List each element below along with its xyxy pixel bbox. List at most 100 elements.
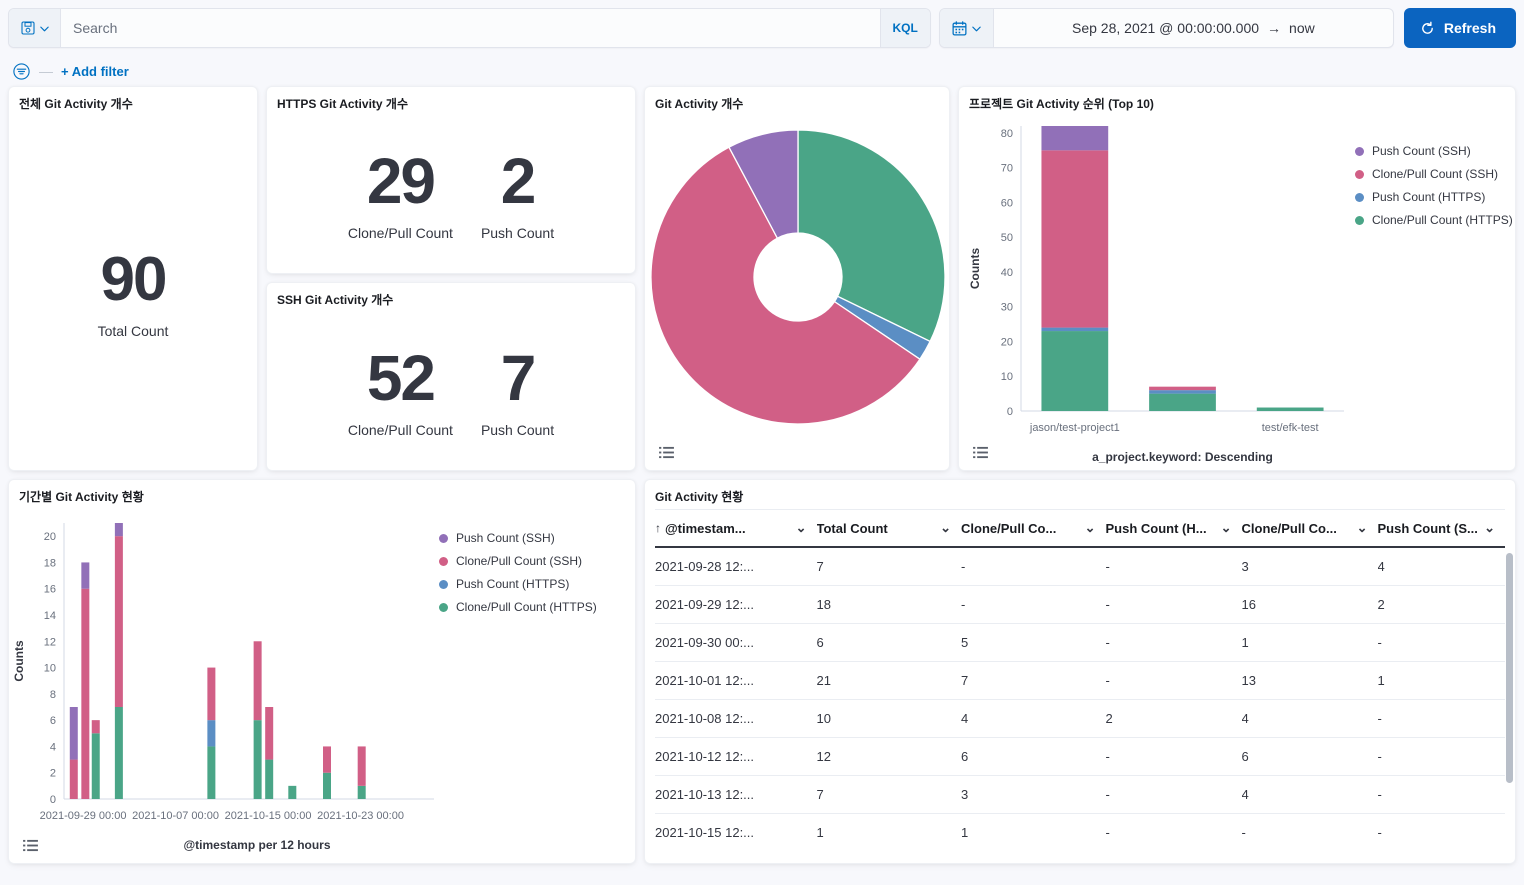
bar-segment[interactable] (265, 707, 273, 760)
bar-segment[interactable] (81, 562, 89, 588)
bar-segment[interactable] (254, 641, 262, 720)
chevron-down-icon[interactable]: ⌄ (1221, 520, 1232, 536)
bar-segment[interactable] (207, 746, 215, 799)
legend-item[interactable]: Push Count (HTTPS) (439, 577, 597, 591)
table-header-4[interactable]: Clone/Pull Co...⌄ (1242, 510, 1378, 548)
chevron-down-icon[interactable]: ⌄ (1357, 520, 1368, 536)
bar-segment[interactable] (115, 536, 123, 707)
y-axis-tick: 10 (44, 663, 56, 675)
timeseries-bar-chart[interactable]: 02468101214161820Counts2021-09-29 00:002… (9, 509, 439, 864)
table-cell: - (961, 547, 1106, 586)
add-filter-button[interactable]: + Add filter (61, 64, 129, 79)
pie-slice-clone-pull-count-https[interactable] (798, 130, 945, 341)
pie-legend-toggle-button[interactable] (655, 442, 677, 462)
table-cell: 4 (1242, 776, 1378, 814)
table-cell: 2 (1378, 586, 1506, 624)
refresh-button[interactable]: Refresh (1404, 8, 1516, 48)
x-axis-tick: jason/test-project1 (1029, 422, 1120, 434)
bar-segment[interactable] (92, 720, 100, 733)
panel-title: Git Activity 개수 (645, 87, 949, 116)
table-cell: 5 (961, 624, 1106, 662)
bar-segment[interactable] (1257, 408, 1324, 411)
legend-item[interactable]: Push Count (SSH) (1355, 144, 1513, 158)
metric-total-count: 90 Total Count (98, 249, 169, 339)
chevron-down-icon[interactable]: ⌄ (1484, 520, 1495, 536)
table-scrollbar[interactable] (1506, 553, 1513, 783)
chevron-down-icon[interactable]: ⌄ (940, 520, 951, 536)
legend-item[interactable]: Clone/Pull Count (HTTPS) (1355, 213, 1513, 227)
bar-segment[interactable] (207, 668, 215, 721)
table-row[interactable]: 2021-09-30 00:...65-1- (655, 624, 1505, 662)
search-input[interactable] (61, 9, 880, 47)
table-row[interactable]: 2021-10-12 12:...126-6- (655, 738, 1505, 776)
bar-segment[interactable] (323, 746, 331, 772)
table-header-5[interactable]: Push Count (S...⌄ (1378, 510, 1506, 548)
date-quick-select-button[interactable] (940, 9, 994, 47)
table-header-2[interactable]: Clone/Pull Co...⌄ (961, 510, 1106, 548)
top-projects-bar-chart[interactable]: 01020304050607080Countsjason/test-projec… (959, 116, 1349, 471)
legend-item[interactable]: Clone/Pull Count (SSH) (1355, 167, 1513, 181)
legend-label: Push Count (HTTPS) (456, 577, 569, 591)
bar-segment[interactable] (265, 760, 273, 799)
legend-item[interactable]: Push Count (HTTPS) (1355, 190, 1513, 204)
prev-page-button[interactable]: ‹ (1454, 859, 1459, 864)
legend-item[interactable]: Clone/Pull Count (SSH) (439, 554, 597, 568)
bar-segment[interactable] (358, 786, 366, 799)
bar-segment[interactable] (1149, 387, 1216, 390)
chevron-down-icon[interactable]: ⌄ (796, 520, 807, 536)
bar-segment[interactable] (207, 720, 215, 746)
table-row[interactable]: 2021-10-08 12:...10424- (655, 700, 1505, 738)
bar-segment[interactable] (254, 720, 262, 799)
table-row[interactable]: 2021-10-13 12:...73-4- (655, 776, 1505, 814)
bar-segment[interactable] (288, 786, 296, 799)
panel-top-projects: 프로젝트 Git Activity 순위 (Top 10) 0102030405… (958, 86, 1516, 471)
y-axis-tick: 50 (1001, 232, 1013, 244)
table-row[interactable]: 2021-09-29 12:...18--162 (655, 586, 1505, 624)
bar-segment[interactable] (81, 589, 89, 799)
table-cell: 2 (1106, 700, 1242, 738)
bar-segment[interactable] (1149, 394, 1216, 411)
table-cell: 2021-10-15 12:... (655, 814, 817, 852)
y-axis-tick: 20 (1001, 336, 1013, 348)
bar-segment[interactable] (323, 773, 331, 799)
page-number-1[interactable]: 1 (1473, 860, 1480, 865)
date-end-label[interactable]: now (1289, 20, 1315, 36)
bar-segment[interactable] (115, 707, 123, 799)
table-cell: 4 (1242, 700, 1378, 738)
bar-segment[interactable] (1041, 126, 1108, 150)
table-cell: 6 (961, 738, 1106, 776)
bar-segment[interactable] (1041, 331, 1108, 411)
table-cell: 18 (817, 586, 962, 624)
topprojects-legend-toggle-button[interactable] (969, 442, 991, 462)
pie-chart[interactable] (645, 116, 950, 446)
table-header-1[interactable]: Total Count⌄ (817, 510, 962, 548)
bar-segment[interactable] (1041, 328, 1108, 331)
panel-title: 기간별 Git Activity 현황 (9, 480, 635, 509)
bar-segment[interactable] (70, 760, 78, 799)
table-header-3[interactable]: Push Count (H...⌄ (1106, 510, 1242, 548)
bar-segment[interactable] (1149, 390, 1216, 393)
saved-query-button[interactable] (9, 9, 61, 47)
filter-icon[interactable] (12, 62, 31, 81)
bar-segment[interactable] (358, 746, 366, 785)
bar-segment[interactable] (92, 733, 100, 799)
query-bar: KQL (8, 8, 931, 48)
metric-body: 52 Clone/Pull Count 7 Push Count (267, 312, 635, 471)
bar-segment[interactable] (1041, 150, 1108, 327)
next-page-button[interactable]: › (1494, 859, 1499, 864)
table-header-0[interactable]: ↑@timestam...⌄ (655, 510, 817, 548)
legend-item[interactable]: Clone/Pull Count (HTTPS) (439, 600, 597, 614)
metric-https-clone-pull: 29 Clone/Pull Count (348, 149, 453, 241)
legend-item[interactable]: Push Count (SSH) (439, 531, 597, 545)
table-row[interactable]: 2021-10-01 12:...217-131 (655, 662, 1505, 700)
table-row[interactable]: 2021-09-28 12:...7--34 (655, 547, 1505, 586)
bar-segment[interactable] (70, 707, 78, 760)
date-start-label[interactable]: Sep 28, 2021 @ 00:00:00.000 (1072, 20, 1259, 36)
bar-segment[interactable] (115, 523, 123, 536)
kql-button[interactable]: KQL (880, 9, 930, 47)
table-row[interactable]: 2021-10-15 12:...11--- (655, 814, 1505, 852)
timeseries-legend-toggle-button[interactable] (19, 835, 41, 855)
x-axis-tick: 2021-10-07 00:00 (132, 810, 219, 822)
date-range-display[interactable]: Sep 28, 2021 @ 00:00:00.000 → now (994, 9, 1393, 47)
chevron-down-icon[interactable]: ⌄ (1085, 520, 1096, 536)
